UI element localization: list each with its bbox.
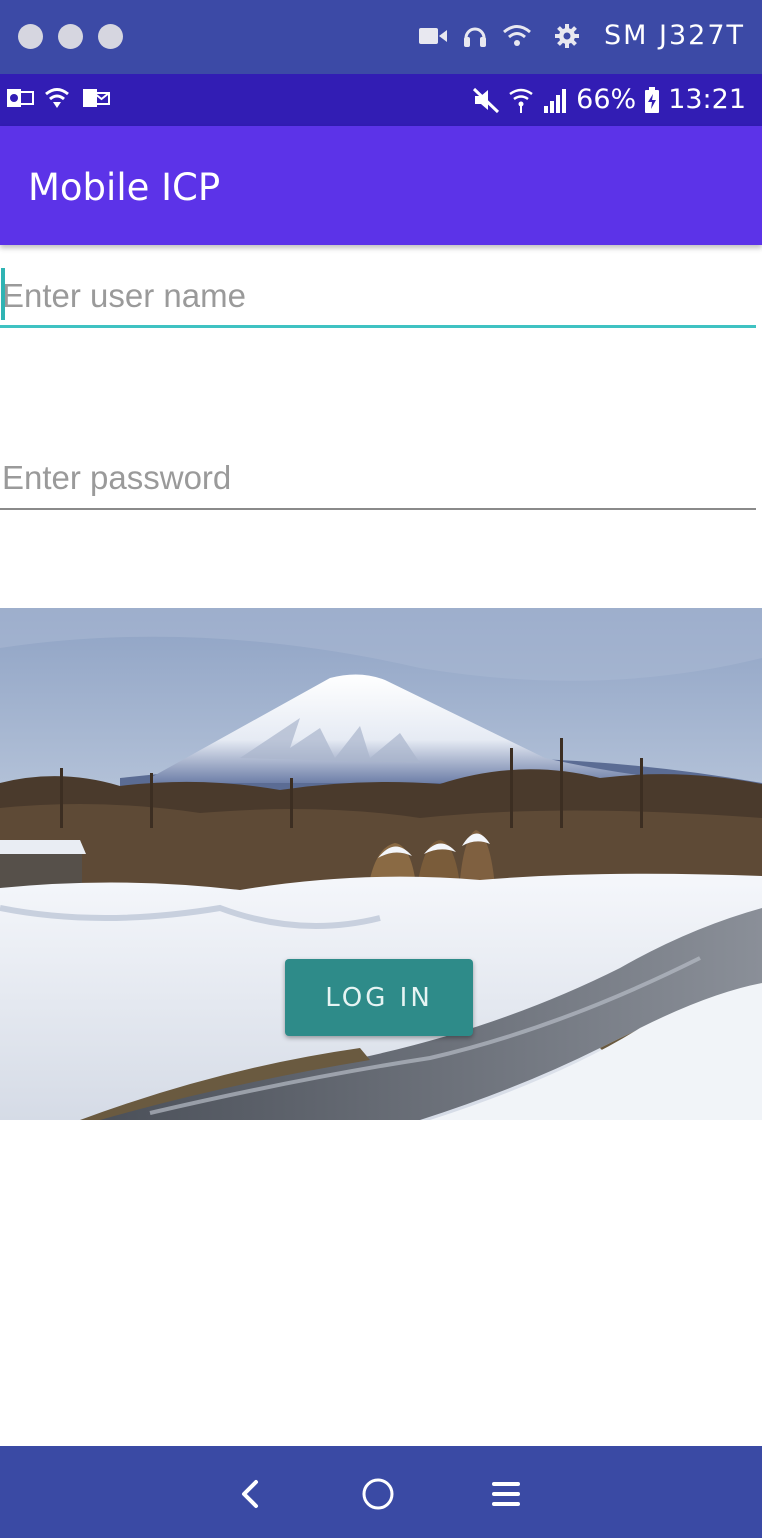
back-button[interactable] (230, 1474, 270, 1514)
window-maximize-button[interactable] (98, 24, 123, 49)
gear-icon[interactable] (554, 23, 580, 49)
system-status: 66% 13:21 (472, 82, 746, 118)
password-field[interactable] (0, 448, 756, 510)
username-field[interactable] (0, 266, 756, 328)
mountain-landscape-image (0, 608, 762, 1120)
video-camera-icon[interactable] (418, 25, 448, 47)
emulator-frame: SM J327T 66% 13:21 Mobile ICP Enter user… (0, 0, 762, 1538)
headphones-icon[interactable] (462, 23, 488, 49)
wifi-icon[interactable] (502, 23, 532, 49)
device-name: SM J327T (603, 20, 745, 51)
battery-charging-icon (644, 86, 660, 114)
tool-icons (418, 20, 580, 52)
android-status-bar: 66% 13:21 (0, 74, 762, 126)
wifi-icon (508, 86, 534, 114)
text-cursor (1, 268, 5, 320)
mail-icon (82, 86, 110, 110)
chevron-left-icon (242, 1480, 258, 1508)
outlook-icon (6, 86, 34, 110)
home-button[interactable] (358, 1474, 398, 1514)
clock: 13:21 (668, 84, 746, 115)
window-minimize-button[interactable] (58, 24, 83, 49)
recent-apps-button[interactable] (486, 1474, 526, 1514)
login-button[interactable]: LOG IN (285, 959, 473, 1036)
signal-icon (542, 86, 568, 114)
app-toolbar: Mobile ICP (0, 126, 762, 245)
notification-icons (6, 86, 110, 110)
battery-percentage: 66% (576, 84, 637, 115)
menu-icon (492, 1482, 520, 1506)
mute-icon (472, 86, 500, 114)
window-close-button[interactable] (18, 24, 43, 49)
mirror-window-titlebar: SM J327T (0, 0, 762, 74)
wifi-calling-icon (44, 86, 72, 110)
app-title: Mobile ICP (28, 166, 221, 209)
android-navigation-bar (0, 1446, 762, 1538)
home-circle-icon (362, 1478, 394, 1510)
